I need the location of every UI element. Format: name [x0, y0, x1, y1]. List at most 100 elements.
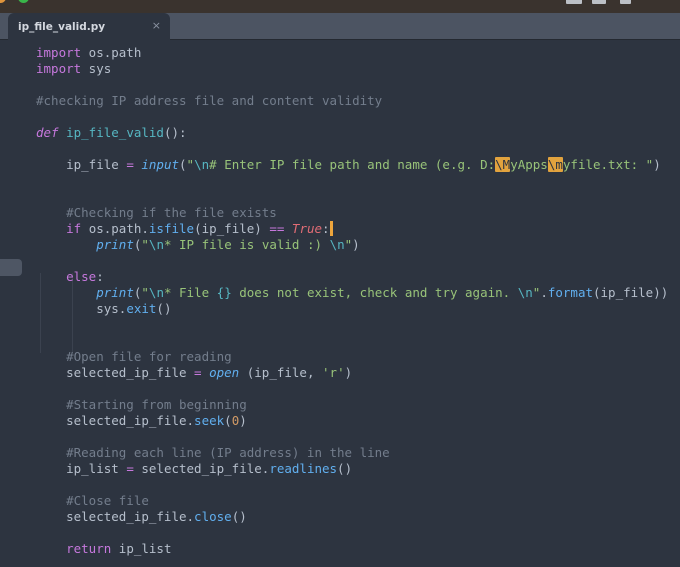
code-line[interactable] [36, 141, 680, 157]
traffic-light-green-icon[interactable] [18, 0, 29, 3]
code-token: True [291, 221, 323, 236]
code-line[interactable] [36, 381, 680, 397]
tab-close-icon[interactable]: × [152, 19, 161, 33]
code-token: ip_file_valid [66, 125, 164, 140]
code-token: selected_ip_file. [36, 509, 195, 524]
toolbar-icon[interactable] [620, 0, 631, 4]
code-token: yApps [510, 157, 548, 172]
code-token: ) [344, 365, 353, 380]
code-token: ( [224, 413, 232, 428]
code-token: seek [194, 413, 225, 428]
code-token: selected_ip_file. [36, 413, 195, 428]
code-line[interactable]: #Open file for reading [36, 349, 680, 365]
code-token: * IP file is valid :) [163, 237, 330, 252]
code-token: (): [163, 125, 187, 140]
code-token: format [547, 285, 593, 300]
code-token: input [141, 157, 180, 172]
code-token: \m [547, 157, 563, 172]
code-line[interactable] [36, 333, 680, 349]
code-line[interactable] [36, 77, 680, 93]
code-line[interactable]: else: [36, 269, 680, 285]
code-token: sys [81, 61, 112, 76]
code-line[interactable]: #Starting from beginning [36, 397, 680, 413]
toolbar-icon[interactable] [566, 0, 582, 4]
editor-pane[interactable]: import os.path import sys #checking IP ad… [0, 40, 680, 567]
code-token: () [231, 509, 247, 524]
code-token: #checking IP address file and content va… [36, 93, 383, 108]
code-token: print [96, 237, 134, 252]
code-line[interactable]: #Reading each line (IP address) in the l… [36, 445, 680, 461]
code-token: # Enter IP file path and name (e.g. D: [209, 157, 496, 172]
code-token: selected_ip_file [36, 365, 195, 380]
code-token: sys. [36, 301, 127, 316]
code-token: #Close file [36, 493, 149, 508]
code-token: import [36, 61, 82, 76]
code-line[interactable]: ip_list = selected_ip_file.readlines() [36, 461, 680, 477]
window-titlebar [0, 0, 680, 13]
code-line[interactable]: print("\n* File {} does not exist, check… [36, 285, 680, 301]
code-token: does not exist, check and try again. [231, 285, 518, 300]
code-token: = [126, 157, 134, 172]
code-token: ip_list [111, 541, 172, 556]
code-line[interactable]: ip_file = input("\n# Enter IP file path … [36, 157, 680, 173]
code-token: {} [216, 285, 232, 300]
code-token: " [141, 237, 149, 252]
code-token: (ip_file, [239, 365, 323, 380]
code-token: #Open file for reading [36, 349, 232, 364]
code-token: ) [239, 413, 247, 428]
code-line[interactable] [36, 109, 680, 125]
code-token: * File [163, 285, 217, 300]
code-line[interactable]: def ip_file_valid(): [36, 125, 680, 141]
code-line[interactable] [36, 253, 680, 269]
code-line[interactable] [36, 189, 680, 205]
code-token: isfile [148, 221, 195, 236]
text-cursor-icon [329, 221, 333, 236]
code-line[interactable]: selected_ip_file.seek(0) [36, 413, 680, 429]
code-token: ) [352, 237, 360, 252]
code-line[interactable]: print("\n* IP file is valid :) \n") [36, 237, 680, 253]
code-line[interactable]: return ip_list [36, 541, 680, 557]
traffic-light-orange-icon[interactable] [0, 0, 6, 3]
code-line[interactable] [36, 525, 680, 541]
code-token: exit [126, 301, 157, 316]
code-line[interactable] [36, 477, 680, 493]
code-line[interactable]: import sys [36, 61, 680, 77]
toolbar-icon[interactable] [592, 0, 606, 4]
code-token: : [96, 269, 104, 284]
code-token: () [337, 461, 353, 476]
code-line[interactable]: sys.exit() [36, 301, 680, 317]
code-line[interactable]: selected_ip_file.close() [36, 509, 680, 525]
code-token: \n [194, 157, 210, 172]
code-token: def [36, 125, 59, 140]
code-line[interactable]: import os.path [36, 45, 680, 61]
code-token: \n [517, 285, 533, 300]
code-line[interactable] [36, 317, 680, 333]
tab-ip-file-valid[interactable]: ip_file_valid.py × [8, 13, 170, 40]
code-line[interactable]: #Checking if the file exists [36, 205, 680, 221]
code-line[interactable]: selected_ip_file = open (ip_file, 'r') [36, 365, 680, 381]
code-token: \n [329, 237, 345, 252]
code-line[interactable] [36, 429, 680, 445]
code-token: " [186, 157, 195, 172]
code-token: yfile.txt: " [562, 157, 654, 172]
code-token: if [66, 221, 82, 236]
code-token: #Reading each line (IP address) in the l… [36, 445, 390, 460]
code-token: return [66, 541, 112, 556]
code-token: ip_list [36, 461, 127, 476]
code-line[interactable]: if os.path.isfile(ip_file) == True: [36, 221, 680, 237]
code-line[interactable] [36, 173, 680, 189]
code-token: import [36, 45, 82, 60]
code-token: ) [653, 157, 661, 172]
code-token: print [96, 285, 134, 300]
code-lines[interactable]: import os.path import sys #checking IP ad… [0, 40, 680, 567]
tab-label: ip_file_valid.py [18, 20, 106, 33]
code-line[interactable]: #checking IP address file and content va… [36, 93, 680, 109]
code-token: ip_file [36, 157, 127, 172]
code-line[interactable]: #Close file [36, 493, 680, 509]
code-token: \n [148, 237, 164, 252]
code-token: == [269, 221, 285, 236]
